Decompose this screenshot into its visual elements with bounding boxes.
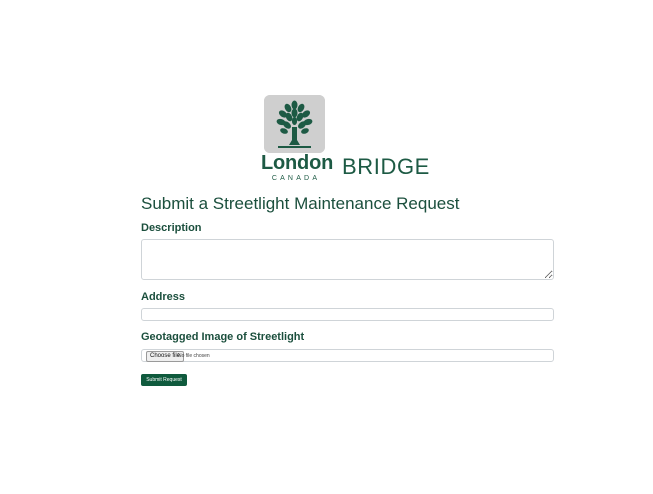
site-header: London CANADA BRIDGE xyxy=(261,95,461,187)
logo-subtitle: CANADA xyxy=(271,175,321,182)
file-status: No file chosen xyxy=(178,353,210,359)
image-file-input[interactable]: Choose file No file chosen xyxy=(141,349,554,362)
image-label: Geotagged Image of Streetlight xyxy=(141,331,305,343)
tree-icon xyxy=(264,95,325,153)
page-title: Submit a Streetlight Maintenance Request xyxy=(141,194,460,213)
description-label: Description xyxy=(141,222,202,234)
submit-request-button[interactable]: Submit Request xyxy=(141,374,187,386)
address-label: Address xyxy=(141,291,186,303)
logo-wordmark: London xyxy=(261,152,334,174)
brand-name: BRIDGE xyxy=(342,154,430,179)
address-field[interactable] xyxy=(141,308,554,321)
description-field[interactable] xyxy=(141,239,554,280)
